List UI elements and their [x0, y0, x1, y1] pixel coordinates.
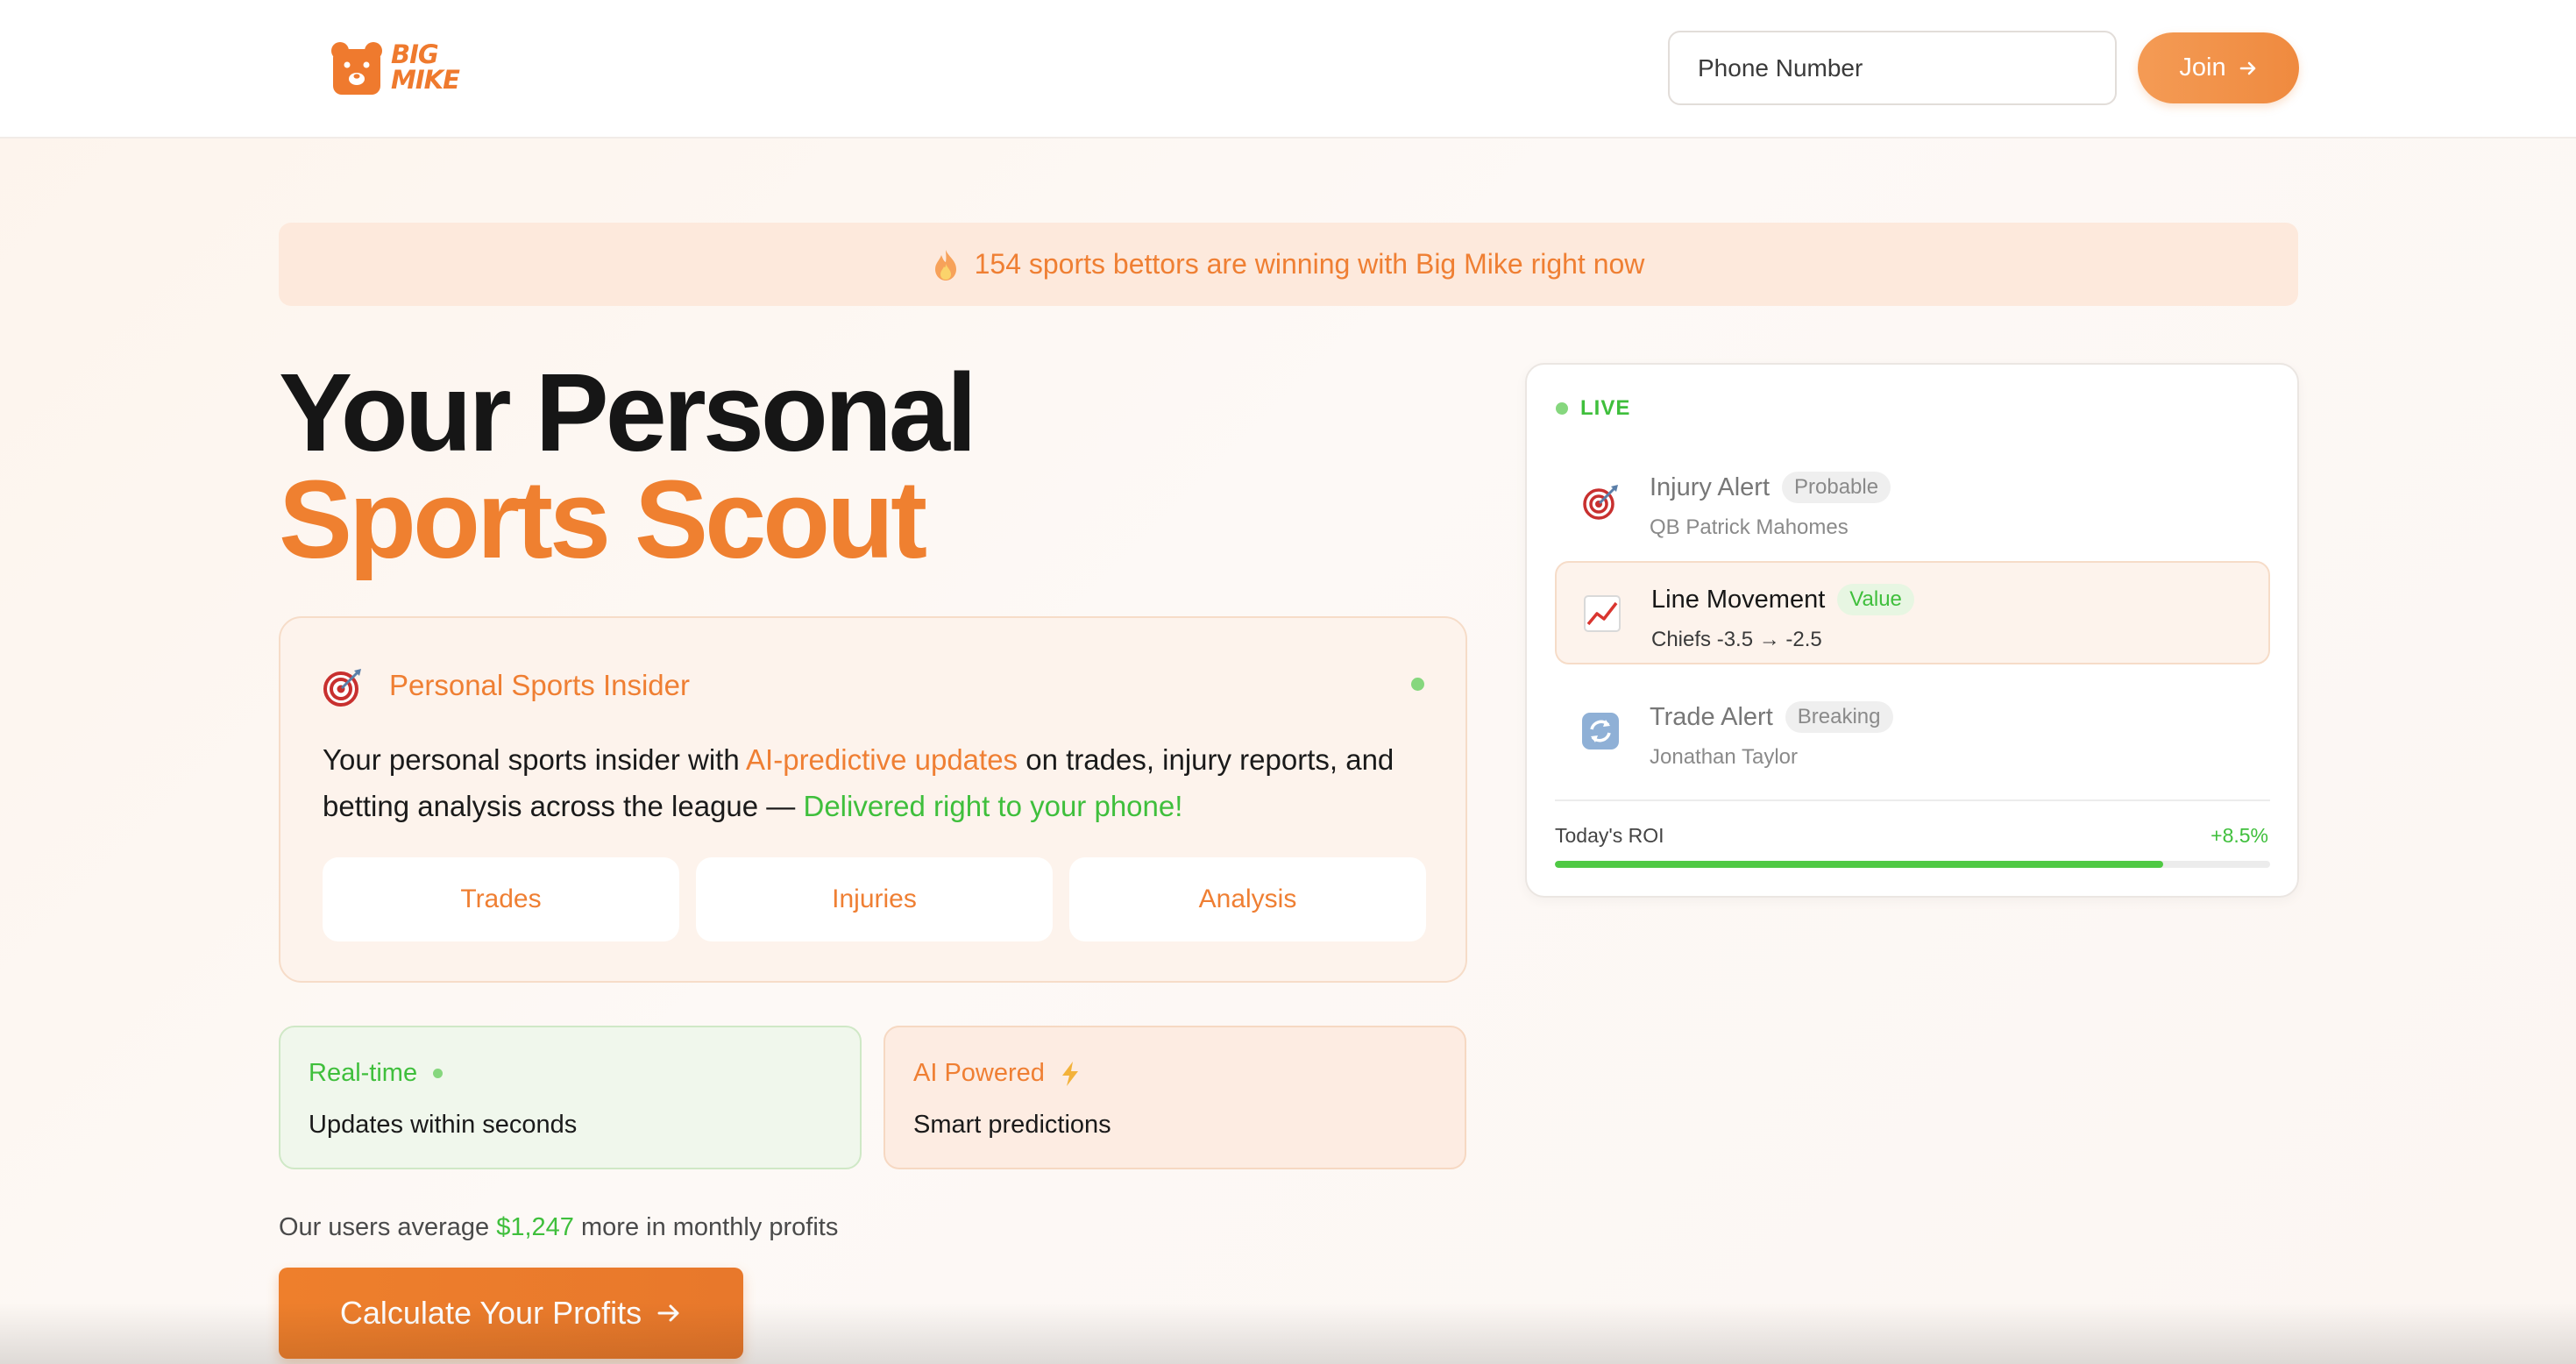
bear-logo-icon: [331, 42, 382, 95]
alert-line-title: Line Movement: [1651, 585, 1826, 614]
hero-title-line-2: Sports Scout: [279, 458, 927, 581]
alert-trade-sub: Jonathan Taylor: [1650, 745, 1799, 769]
alert-injury-title-row: Injury Alert Probable: [1650, 472, 1891, 503]
lightning-icon: [1061, 1061, 1078, 1086]
roi-label: Today's ROI: [1555, 824, 1664, 847]
alert-trade[interactable]: Trade Alert Breaking Jonathan Taylor: [1555, 680, 2270, 784]
roi-progress-fill: [1555, 861, 2163, 868]
pill-injuries[interactable]: Injuries: [696, 857, 1053, 941]
roi-divider: [1555, 799, 2270, 801]
roi-value: +8.5%: [2211, 824, 2268, 847]
alert-trade-title: Trade Alert: [1650, 702, 1773, 731]
alert-injury[interactable]: Injury Alert Probable QB Patrick Mahomes: [1555, 451, 2270, 554]
calculate-profits-button[interactable]: Calculate Your Profits: [279, 1268, 743, 1359]
top-header: BIG MIKE Join: [0, 0, 2576, 139]
social-proof-banner: 154 sports bettors are winning with Big …: [279, 223, 2298, 306]
desc-highlight-delivery: Delivered right to your phone!: [803, 790, 1183, 822]
realtime-dot: [433, 1069, 444, 1078]
live-alerts-panel: LIVE Injury Alert Probable QB Patrick Ma…: [1525, 363, 2299, 898]
alert-line-movement[interactable]: Line Movement Value Chiefs -3.5 → -2.5: [1555, 561, 2270, 664]
alert-line-sub: Chiefs -3.5 → -2.5: [1651, 628, 1822, 651]
hero-title-line-1: Your Personal: [279, 351, 977, 474]
feature-ai-powered: AI Powered Smart predictions: [884, 1026, 1466, 1169]
big-mike-logo[interactable]: BIG MIKE: [330, 40, 479, 98]
target-icon: [1583, 485, 1618, 520]
topic-pills: Trades Injuries Analysis: [323, 857, 1427, 941]
badge-breaking: Breaking: [1785, 701, 1893, 733]
logo-wordmark: BIG MIKE: [391, 39, 460, 95]
target-icon: [323, 669, 361, 707]
arrow-right-icon: [657, 1304, 679, 1322]
pill-analysis[interactable]: Analysis: [1069, 857, 1426, 941]
profits-note: Our users average $1,247 more in monthly…: [279, 1213, 838, 1242]
insider-description: Your personal sports insider with AI-pre…: [323, 736, 1427, 829]
join-label: Join: [2179, 53, 2226, 82]
cta-label: Calculate Your Profits: [339, 1295, 642, 1331]
live-indicator: LIVE: [1556, 396, 1630, 421]
insider-title: Personal Sports Insider: [389, 669, 691, 701]
roi-progress-bar: [1555, 861, 2270, 868]
badge-probable: Probable: [1782, 472, 1891, 503]
desc-part-1: Your personal sports insider with: [323, 743, 747, 776]
feature-realtime-title: Real-time: [309, 1059, 418, 1087]
fire-icon: [934, 249, 956, 281]
logo-line-1: BIG: [391, 39, 439, 69]
banner-text: 154 sports bettors are winning with Big …: [974, 248, 1645, 280]
personal-insider-card: Personal Sports Insider Your personal sp…: [279, 616, 1467, 983]
profits-amount: $1,247: [496, 1213, 574, 1241]
status-dot: [1411, 678, 1424, 691]
alert-injury-sub: QB Patrick Mahomes: [1650, 515, 1849, 539]
profits-prefix: Our users average: [279, 1213, 497, 1241]
feature-realtime: Real-time Updates within seconds: [279, 1026, 862, 1169]
desc-highlight-ai: AI-predictive updates: [746, 743, 1018, 776]
feature-ai-title-row: AI Powered: [913, 1059, 1437, 1088]
alert-line-title-row: Line Movement Value: [1651, 584, 1914, 615]
pill-trades[interactable]: Trades: [323, 857, 679, 941]
phone-number-input[interactable]: [1668, 31, 2117, 105]
feature-ai-text: Smart predictions: [913, 1111, 1111, 1139]
refresh-icon: [1582, 713, 1619, 749]
join-button[interactable]: Join: [2138, 32, 2299, 103]
alert-injury-title: Injury Alert: [1650, 472, 1770, 501]
live-label: LIVE: [1580, 396, 1631, 420]
alert-trade-title-row: Trade Alert Breaking: [1650, 701, 1893, 733]
badge-value: Value: [1837, 584, 1914, 615]
live-dot: [1556, 402, 1568, 415]
arrow-right-icon: [2239, 61, 2255, 75]
chart-up-icon: [1584, 595, 1621, 632]
logo-line-2: MIKE: [391, 65, 460, 95]
feature-realtime-title-row: Real-time: [309, 1059, 832, 1088]
feature-realtime-text: Updates within seconds: [309, 1111, 578, 1139]
profits-suffix: more in monthly profits: [573, 1213, 839, 1241]
hero-title: Your Personal Sports Scout: [279, 351, 977, 581]
feature-ai-title: AI Powered: [913, 1059, 1045, 1087]
